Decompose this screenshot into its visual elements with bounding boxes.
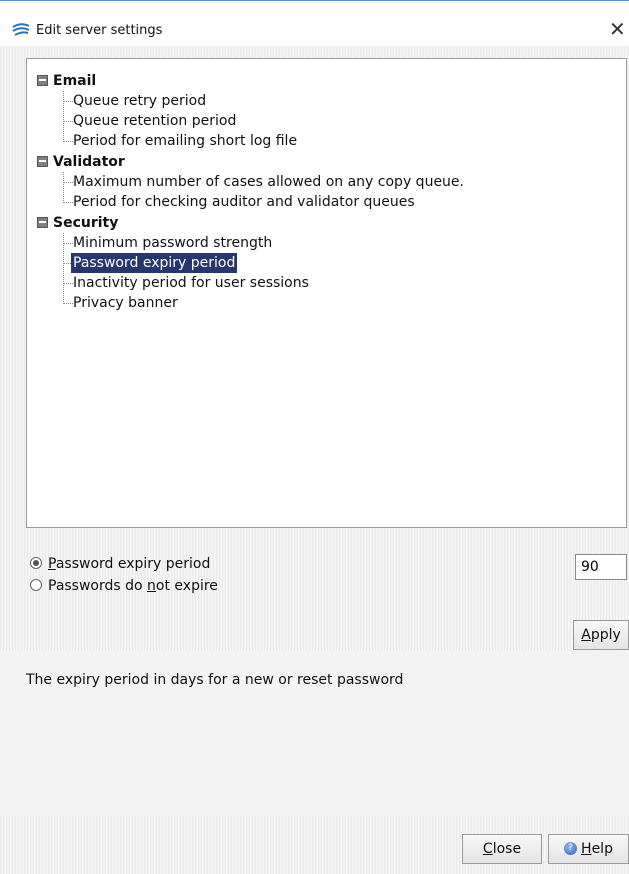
- expiry-days-input[interactable]: [575, 554, 627, 580]
- radio-label: ot expire: [155, 578, 218, 594]
- radio-passwords-do-not-expire[interactable]: Passwords do not expire: [30, 576, 218, 596]
- help-button[interactable]: ? Help: [548, 834, 629, 864]
- tree-connector: [64, 182, 73, 183]
- close-icon[interactable]: ✕: [609, 19, 629, 39]
- radio-indicator[interactable]: [30, 579, 42, 591]
- tree-item-emailing-short-log[interactable]: Period for emailing short log file: [73, 131, 297, 151]
- app-icon: [12, 23, 30, 36]
- category-label: Email: [53, 73, 97, 89]
- tree-category-security[interactable]: Security: [37, 213, 118, 233]
- tree-connector: [64, 283, 73, 284]
- category-label: Security: [53, 215, 119, 231]
- radio-label: assword expiry period: [55, 556, 211, 572]
- tree-item-privacy-banner[interactable]: Privacy banner: [73, 293, 178, 313]
- tree-category-email[interactable]: Email: [37, 71, 96, 91]
- tree-item-checking-queues[interactable]: Period for checking auditor and validato…: [73, 192, 415, 212]
- apply-button[interactable]: Apply: [573, 620, 629, 650]
- collapse-icon[interactable]: [37, 155, 48, 167]
- tree-connector: [64, 101, 73, 102]
- collapse-icon[interactable]: [37, 74, 48, 86]
- tree-item-min-password-strength[interactable]: Minimum password strength: [73, 233, 272, 253]
- mnemonic: n: [147, 578, 156, 594]
- tree-category-validator[interactable]: Validator: [37, 152, 125, 172]
- setting-description: The expiry period in days for a new or r…: [26, 672, 404, 688]
- window-title: Edit server settings: [36, 23, 163, 38]
- dialog-body: Email Queue retry period Queue retention…: [0, 46, 629, 874]
- tree-connector: [63, 172, 64, 203]
- title-bar: Edit server settings ✕: [0, 0, 629, 47]
- tree-item-queue-retry-period[interactable]: Queue retry period: [73, 91, 206, 111]
- category-label: Validator: [53, 154, 125, 170]
- radio-label-prefix: Passwords do: [48, 578, 148, 594]
- button-label: lose: [492, 841, 522, 857]
- radio-password-expiry-period[interactable]: Password expiry period: [30, 554, 210, 574]
- settings-tree: Email Queue retry period Queue retention…: [26, 58, 627, 528]
- button-label: elp: [591, 841, 613, 857]
- close-button[interactable]: Close: [462, 834, 542, 864]
- tree-connector: [64, 121, 73, 122]
- mnemonic: A: [581, 627, 591, 643]
- radio-indicator[interactable]: [30, 557, 42, 569]
- tree-connector: [64, 141, 73, 142]
- tree-connector: [64, 202, 73, 203]
- tree-item-inactivity-period[interactable]: Inactivity period for user sessions: [73, 273, 309, 293]
- tree-item-max-cases-copy-queue[interactable]: Maximum number of cases allowed on any c…: [73, 172, 464, 192]
- mnemonic: P: [48, 556, 56, 572]
- button-label: pply: [590, 627, 621, 643]
- tree-connector: [64, 303, 73, 304]
- tree-item-password-expiry-period[interactable]: Password expiry period: [71, 253, 238, 273]
- mnemonic: H: [581, 841, 592, 857]
- collapse-icon[interactable]: [37, 216, 48, 228]
- tree-connector: [63, 91, 64, 142]
- tree-connector: [64, 243, 73, 244]
- help-icon: ?: [564, 841, 578, 855]
- mnemonic: C: [482, 841, 493, 857]
- tree-item-queue-retention-period[interactable]: Queue retention period: [73, 111, 236, 131]
